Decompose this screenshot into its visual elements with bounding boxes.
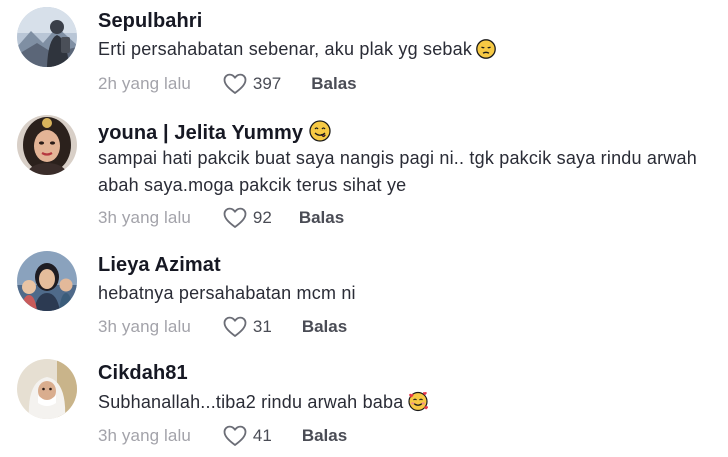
- comment-author[interactable]: Sepulbahri: [98, 10, 202, 33]
- like-button[interactable]: 92: [223, 207, 272, 229]
- comment-author[interactable]: Lieya Azimat: [98, 254, 221, 277]
- savoring-food-face-emoji: [309, 120, 331, 148]
- comment-timestamp: 3h yang lalu: [98, 426, 191, 445]
- reply-button[interactable]: Balas: [311, 74, 356, 94]
- comment-text-body: Erti persahabatan sebenar, aku plak yg s…: [98, 39, 473, 59]
- heart-icon: [223, 207, 247, 229]
- comment-text-body: hebatnya persahabatan mcm ni: [98, 283, 356, 303]
- like-button[interactable]: 397: [223, 73, 281, 95]
- like-button[interactable]: 31: [223, 316, 272, 338]
- reply-button[interactable]: Balas: [299, 208, 344, 228]
- like-count: 92: [252, 208, 272, 227]
- comment-author-name[interactable]: youna | Jelita Yummy: [98, 122, 303, 144]
- reply-button[interactable]: Balas: [302, 317, 347, 337]
- comment-text-body: sampai hati pakcik buat saya nangis pagi…: [98, 148, 697, 195]
- like-count: 41: [252, 426, 272, 445]
- comment-timestamp: 3h yang lalu: [98, 317, 191, 336]
- avatar[interactable]: [17, 251, 77, 311]
- comment-meta: 3h yang lalu 92 Balas: [98, 207, 344, 229]
- comment-text: hebatnya persahabatan mcm ni: [98, 280, 718, 307]
- comment-author-name[interactable]: Lieya Azimat: [98, 254, 221, 276]
- comment-author[interactable]: Cikdah81: [98, 362, 188, 385]
- comment-text-body: Subhanallah...tiba2 rindu arwah baba: [98, 392, 404, 412]
- avatar[interactable]: [17, 115, 77, 175]
- like-count: 31: [252, 317, 272, 336]
- reply-button[interactable]: Balas: [302, 426, 347, 446]
- like-button[interactable]: 41: [223, 425, 272, 447]
- pensive-face-emoji: [476, 39, 496, 67]
- avatar[interactable]: [17, 359, 77, 419]
- comment-timestamp: 2h yang lalu: [98, 74, 191, 93]
- comment-author-name[interactable]: Cikdah81: [98, 362, 188, 384]
- like-count: 397: [252, 74, 282, 93]
- comment-meta: 2h yang lalu 397 Balas: [98, 73, 357, 95]
- comment-meta: 3h yang lalu 31 Balas: [98, 316, 347, 338]
- comment-text: Erti persahabatan sebenar, aku plak yg s…: [98, 36, 718, 67]
- heart-icon: [223, 316, 247, 338]
- smiling-face-with-hearts-emoji: [407, 390, 429, 420]
- avatar[interactable]: [17, 7, 77, 67]
- comment-author[interactable]: youna | Jelita Yummy: [98, 120, 331, 148]
- comment-author-name[interactable]: Sepulbahri: [98, 10, 202, 32]
- heart-icon: [223, 425, 247, 447]
- comment-text: Subhanallah...tiba2 rindu arwah baba: [98, 389, 718, 420]
- comment-meta: 3h yang lalu 41 Balas: [98, 425, 347, 447]
- comment-timestamp: 3h yang lalu: [98, 208, 191, 227]
- comment-text: sampai hati pakcik buat saya nangis pagi…: [98, 145, 718, 199]
- heart-icon: [223, 73, 247, 95]
